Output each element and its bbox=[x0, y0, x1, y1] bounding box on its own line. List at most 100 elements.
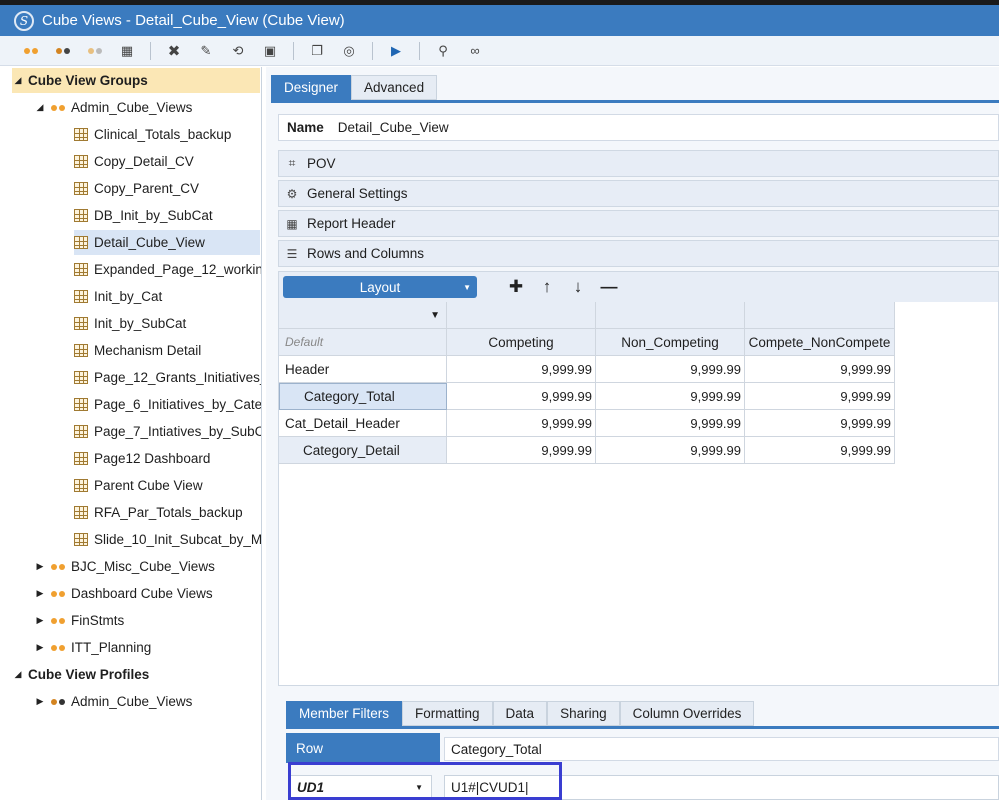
add-child-icon[interactable] bbox=[84, 40, 106, 62]
ud1-dropdown[interactable]: UD1 ▼ bbox=[290, 775, 432, 800]
filter-icon[interactable]: ▼ bbox=[430, 310, 440, 321]
section-report-header[interactable]: ▦ Report Header bbox=[278, 210, 999, 237]
tree-cube-view-item[interactable]: Page_12_Grants_Initiatives_ bbox=[74, 365, 261, 390]
section-rows-and-columns[interactable]: ☰ Rows and Columns bbox=[278, 240, 999, 267]
expand-caret-icon[interactable]: ▶ bbox=[34, 615, 46, 626]
add-icon[interactable]: ✚ bbox=[506, 277, 526, 297]
data-cell[interactable]: 9,999.99 bbox=[596, 383, 745, 410]
row-header[interactable]: Category_Detail bbox=[279, 437, 447, 464]
column-header[interactable]: Competing bbox=[447, 329, 596, 356]
tree-label: Page12 Dashboard bbox=[94, 451, 211, 466]
section-general-settings[interactable]: ⚙ General Settings bbox=[278, 180, 999, 207]
add-group-icon[interactable] bbox=[20, 40, 42, 62]
tree-cube-view-item[interactable]: Page_6_Initiatives_by_Category bbox=[74, 392, 261, 417]
view-icon[interactable]: ∞ bbox=[464, 40, 486, 62]
tree-cube-view-item[interactable]: Copy_Parent_CV bbox=[74, 176, 260, 201]
move-up-icon[interactable]: ↑ bbox=[537, 277, 557, 297]
tree-cube-view-item[interactable]: RFA_Par_Totals_backup bbox=[74, 500, 260, 525]
tab-column-overrides[interactable]: Column Overrides bbox=[619, 701, 755, 726]
data-cell[interactable]: 9,999.99 bbox=[447, 410, 596, 437]
group-icon bbox=[50, 644, 66, 651]
run-icon[interactable]: ▶ bbox=[385, 40, 407, 62]
tree-cube-view-item[interactable]: Expanded_Page_12_working bbox=[74, 257, 261, 282]
group-icon bbox=[50, 563, 66, 570]
move-down-icon[interactable]: ↓ bbox=[568, 277, 588, 297]
expand-caret-icon[interactable]: ▶ bbox=[34, 561, 46, 572]
data-cell[interactable]: 9,999.99 bbox=[745, 437, 895, 464]
tree-label: Cube View Groups bbox=[28, 73, 148, 88]
data-cell[interactable]: 9,999.99 bbox=[745, 383, 895, 410]
tab-data[interactable]: Data bbox=[492, 701, 548, 726]
tree-group-bjc[interactable]: ▶ BJC_Misc_Cube_Views bbox=[34, 554, 215, 579]
tab-formatting[interactable]: Formatting bbox=[402, 701, 493, 726]
data-cell[interactable]: 9,999.99 bbox=[745, 410, 895, 437]
row-header[interactable]: Category_Total bbox=[279, 383, 447, 410]
toolbar: ▦ ✖ ✎ ⟲ ▣ ❐ ◎ ▶ ⚲ ∞ bbox=[0, 36, 999, 66]
data-cell[interactable]: 9,999.99 bbox=[447, 383, 596, 410]
collapse-caret-icon[interactable]: ◢ bbox=[12, 669, 24, 680]
delete-icon[interactable]: ✖ bbox=[163, 40, 185, 62]
tree-cube-view-item[interactable]: Init_by_SubCat bbox=[74, 311, 260, 336]
tree-cube-view-item[interactable]: Parent Cube View bbox=[74, 473, 260, 498]
tree-label: Init_by_SubCat bbox=[94, 316, 187, 331]
object-lookup-icon[interactable]: ⚲ bbox=[432, 40, 454, 62]
row-header[interactable]: Header bbox=[279, 356, 447, 383]
tab-advanced[interactable]: Advanced bbox=[351, 75, 438, 100]
add-profile-icon[interactable] bbox=[52, 40, 74, 62]
save-icon[interactable]: ▣ bbox=[259, 40, 281, 62]
data-cell[interactable]: 9,999.99 bbox=[745, 356, 895, 383]
data-cell[interactable]: 9,999.99 bbox=[447, 356, 596, 383]
tree-cube-view-groups[interactable]: ◢ Cube View Groups bbox=[12, 68, 260, 93]
tree-profile-admin[interactable]: ▶ Admin_Cube_Views bbox=[34, 689, 193, 714]
remove-icon[interactable]: — bbox=[599, 277, 619, 297]
collapse-caret-icon[interactable]: ◢ bbox=[34, 102, 46, 113]
new-cube-view-icon[interactable]: ▦ bbox=[116, 40, 138, 62]
tree-cube-view-item[interactable]: Slide_10_Init_Subcat_by_Mech bbox=[74, 527, 261, 552]
tab-designer[interactable]: Designer bbox=[271, 75, 352, 100]
edit-icon[interactable]: ✎ bbox=[195, 40, 217, 62]
ud1-filter-input[interactable]: U1#|CVUD1| bbox=[444, 775, 999, 800]
tree-group-dashboard[interactable]: ▶ Dashboard Cube Views bbox=[34, 581, 213, 606]
cube-view-grid-icon bbox=[74, 533, 88, 546]
designer-panel: Designer Advanced Name Detail_Cube_View … bbox=[266, 67, 999, 800]
tree-cube-view-item[interactable]: Page_7_Intiatives_by_SubCat bbox=[74, 419, 261, 444]
column-header[interactable]: Compete_NonCompete bbox=[745, 329, 895, 356]
tab-sharing[interactable]: Sharing bbox=[547, 701, 620, 726]
rows-columns-icon: ☰ bbox=[286, 246, 298, 261]
row-name-field[interactable]: Category_Total bbox=[444, 737, 999, 761]
data-cell[interactable]: 9,999.99 bbox=[596, 356, 745, 383]
name-label: Name bbox=[287, 120, 324, 135]
section-pov[interactable]: ⌗ POV bbox=[278, 150, 999, 177]
search-icon[interactable]: ◎ bbox=[338, 40, 360, 62]
tree-cube-view-item[interactable]: Mechanism Detail bbox=[74, 338, 260, 363]
name-field[interactable]: Detail_Cube_View bbox=[332, 120, 449, 135]
tree-label: Init_by_Cat bbox=[94, 289, 163, 304]
column-header[interactable]: Non_Competing bbox=[596, 329, 745, 356]
tree-cube-view-item[interactable]: Clinical_Totals_backup bbox=[74, 122, 260, 147]
tree-group-itt[interactable]: ▶ ITT_Planning bbox=[34, 635, 152, 660]
tree-group-admin[interactable]: ◢ Admin_Cube_Views bbox=[34, 95, 193, 120]
tree-cube-view-item[interactable]: Page12 Dashboard bbox=[74, 446, 260, 471]
tree-cube-view-item[interactable]: Init_by_Cat bbox=[74, 284, 260, 309]
expand-caret-icon[interactable]: ▶ bbox=[34, 642, 46, 653]
data-cell[interactable]: 9,999.99 bbox=[596, 410, 745, 437]
name-row: Name Detail_Cube_View bbox=[278, 114, 999, 141]
row-header[interactable]: Cat_Detail_Header bbox=[279, 410, 447, 437]
tree-group-finstmts[interactable]: ▶ FinStmts bbox=[34, 608, 125, 633]
data-cell[interactable]: 9,999.99 bbox=[596, 437, 745, 464]
collapse-caret-icon[interactable]: ◢ bbox=[12, 75, 24, 86]
refresh-icon[interactable]: ⟲ bbox=[227, 40, 249, 62]
tree-cube-view-profiles[interactable]: ◢ Cube View Profiles bbox=[12, 662, 150, 687]
tree-cube-view-item[interactable]: DB_Init_by_SubCat bbox=[74, 203, 260, 228]
copy-icon[interactable]: ❐ bbox=[306, 40, 328, 62]
row-filter-header[interactable]: ▼ bbox=[279, 302, 447, 329]
expand-caret-icon[interactable]: ▶ bbox=[34, 588, 46, 599]
profile-icon bbox=[50, 698, 66, 705]
tree-cube-view-item[interactable]: Copy_Detail_CV bbox=[74, 149, 260, 174]
tab-member-filters[interactable]: Member Filters bbox=[286, 701, 403, 726]
data-cell[interactable]: 9,999.99 bbox=[447, 437, 596, 464]
layout-dropdown[interactable]: Layout ▼ bbox=[283, 276, 477, 298]
tree-cube-view-item[interactable]: Detail_Cube_View bbox=[74, 230, 260, 255]
cube-view-grid-icon bbox=[74, 425, 88, 438]
expand-caret-icon[interactable]: ▶ bbox=[34, 696, 46, 707]
